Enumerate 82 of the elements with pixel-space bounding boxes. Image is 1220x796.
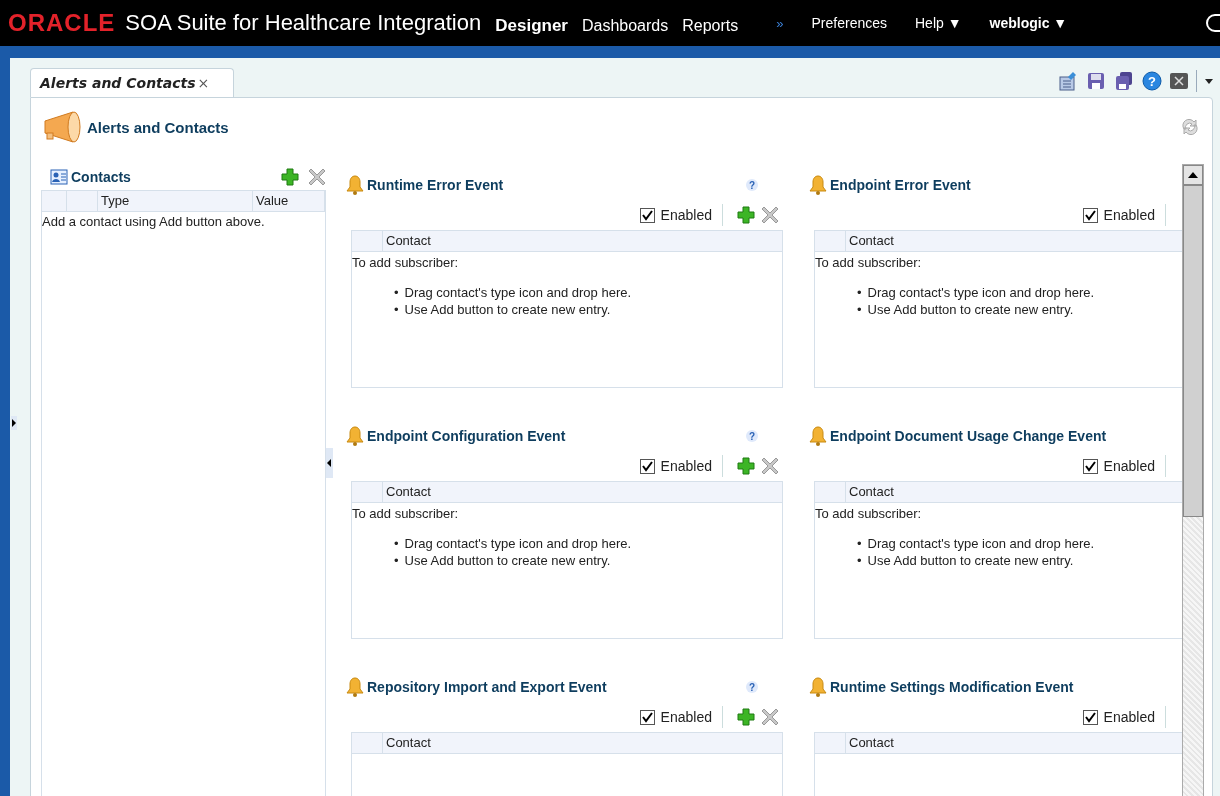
overflow-link[interactable]: » — [776, 15, 784, 31]
enabled-label[interactable]: Enabled — [660, 709, 712, 725]
enabled-label[interactable]: Enabled — [660, 207, 712, 223]
bullet-marker: • — [857, 552, 862, 569]
expand-handle-icon[interactable] — [11, 416, 17, 430]
nav-link[interactable]: Designer — [495, 10, 568, 36]
hint-text: To add subscriber: — [815, 505, 923, 521]
bell-icon — [809, 175, 827, 195]
enabled-checkbox[interactable] — [1082, 207, 1098, 223]
empty-message: Add a contact using Add button above. — [42, 213, 266, 229]
caret-icon[interactable] — [1205, 78, 1213, 84]
event-title: Runtime Settings Modification Event — [830, 679, 1074, 695]
save-all-icon[interactable] — [1114, 71, 1134, 91]
hint-bullet: Drag contact's type icon and drop here. — [404, 284, 632, 301]
event-title: Repository Import and Export Event — [367, 679, 607, 695]
product-title: SOA Suite for Healthcare Integration — [125, 10, 482, 36]
bullet-marker: • — [394, 301, 399, 318]
bell-icon — [346, 175, 364, 195]
help-icon[interactable]: ? — [745, 178, 759, 192]
hint-bullet: Use Add button to create new entry. — [404, 301, 611, 318]
oracle-logo: ORACLE — [8, 9, 116, 37]
event-title: Endpoint Error Event — [830, 177, 971, 193]
bullet-marker: • — [394, 535, 399, 552]
hint-bullet: Drag contact's type icon and drop here. — [867, 284, 1095, 301]
preferences-link[interactable]: Preferences — [811, 15, 887, 31]
column-header[interactable]: Type — [98, 191, 253, 211]
help-icon[interactable]: ? — [1142, 71, 1162, 91]
bell-icon — [809, 677, 827, 697]
bell-icon — [809, 426, 827, 446]
event-title: Endpoint Configuration Event — [367, 428, 566, 444]
hint-text: To add subscriber: — [352, 505, 460, 521]
event-title: Runtime Error Event — [367, 177, 504, 193]
export-icon[interactable] — [1058, 71, 1078, 91]
help-icon[interactable]: ? — [745, 680, 759, 694]
bell-icon — [346, 677, 364, 697]
scroll-up-icon[interactable] — [1188, 172, 1198, 178]
help-menu[interactable]: Help ▼ — [915, 15, 962, 31]
remove-icon[interactable] — [761, 206, 779, 224]
hint-bullet: Use Add button to create new entry. — [404, 552, 611, 569]
event-title: Endpoint Document Usage Change Event — [830, 428, 1107, 444]
enabled-label[interactable]: Enabled — [1103, 458, 1155, 474]
bell-icon — [346, 426, 364, 446]
enabled-label[interactable]: Enabled — [1103, 709, 1155, 725]
bullet-marker: • — [394, 552, 399, 569]
help-icon[interactable]: ? — [745, 429, 759, 443]
contacts-title: Contacts — [71, 169, 131, 185]
nav-link[interactable]: Dashboards — [581, 11, 669, 35]
remove-icon[interactable] — [761, 457, 779, 475]
user-menu[interactable]: weblogic ▼ — [989, 15, 1068, 31]
collapse-handle-icon[interactable] — [326, 448, 333, 478]
close-icon[interactable] — [1170, 73, 1188, 89]
bullet-marker: • — [394, 284, 399, 301]
enabled-label[interactable]: Enabled — [660, 458, 712, 474]
megaphone-icon — [41, 111, 83, 143]
save-icon[interactable] — [1086, 71, 1106, 91]
enabled-label[interactable]: Enabled — [1103, 207, 1155, 223]
hint-text: To add subscriber: — [352, 254, 460, 270]
add-icon[interactable] — [737, 206, 755, 224]
bullet-marker: • — [857, 535, 862, 552]
hint-bullet: Use Add button to create new entry. — [867, 552, 1074, 569]
page-title: Alerts and Contacts — [87, 118, 229, 136]
remove-icon[interactable] — [761, 708, 779, 726]
hint-bullet: Use Add button to create new entry. — [867, 301, 1074, 318]
contact-card-icon — [50, 169, 68, 185]
enabled-checkbox[interactable] — [639, 207, 655, 223]
enabled-checkbox[interactable] — [639, 458, 655, 474]
enabled-checkbox[interactable] — [1082, 709, 1098, 725]
page-tab[interactable]: Alerts and Contacts× — [30, 68, 235, 97]
hint-text: To add subscriber: — [815, 254, 923, 270]
hint-bullet: Drag contact's type icon and drop here. — [404, 535, 632, 552]
enabled-checkbox[interactable] — [1082, 458, 1098, 474]
hint-bullet: Drag contact's type icon and drop here. — [867, 535, 1095, 552]
bullet-marker: • — [857, 284, 862, 301]
add-icon[interactable] — [737, 708, 755, 726]
bullet-marker: • — [857, 301, 862, 318]
remove-icon[interactable] — [308, 168, 326, 186]
enabled-checkbox[interactable] — [639, 709, 655, 725]
add-icon[interactable] — [281, 168, 299, 186]
vertical-scrollbar[interactable] — [1182, 164, 1204, 796]
add-icon[interactable] — [737, 457, 755, 475]
nav-link[interactable]: Reports — [682, 11, 739, 35]
column-header[interactable]: Value — [253, 191, 325, 211]
